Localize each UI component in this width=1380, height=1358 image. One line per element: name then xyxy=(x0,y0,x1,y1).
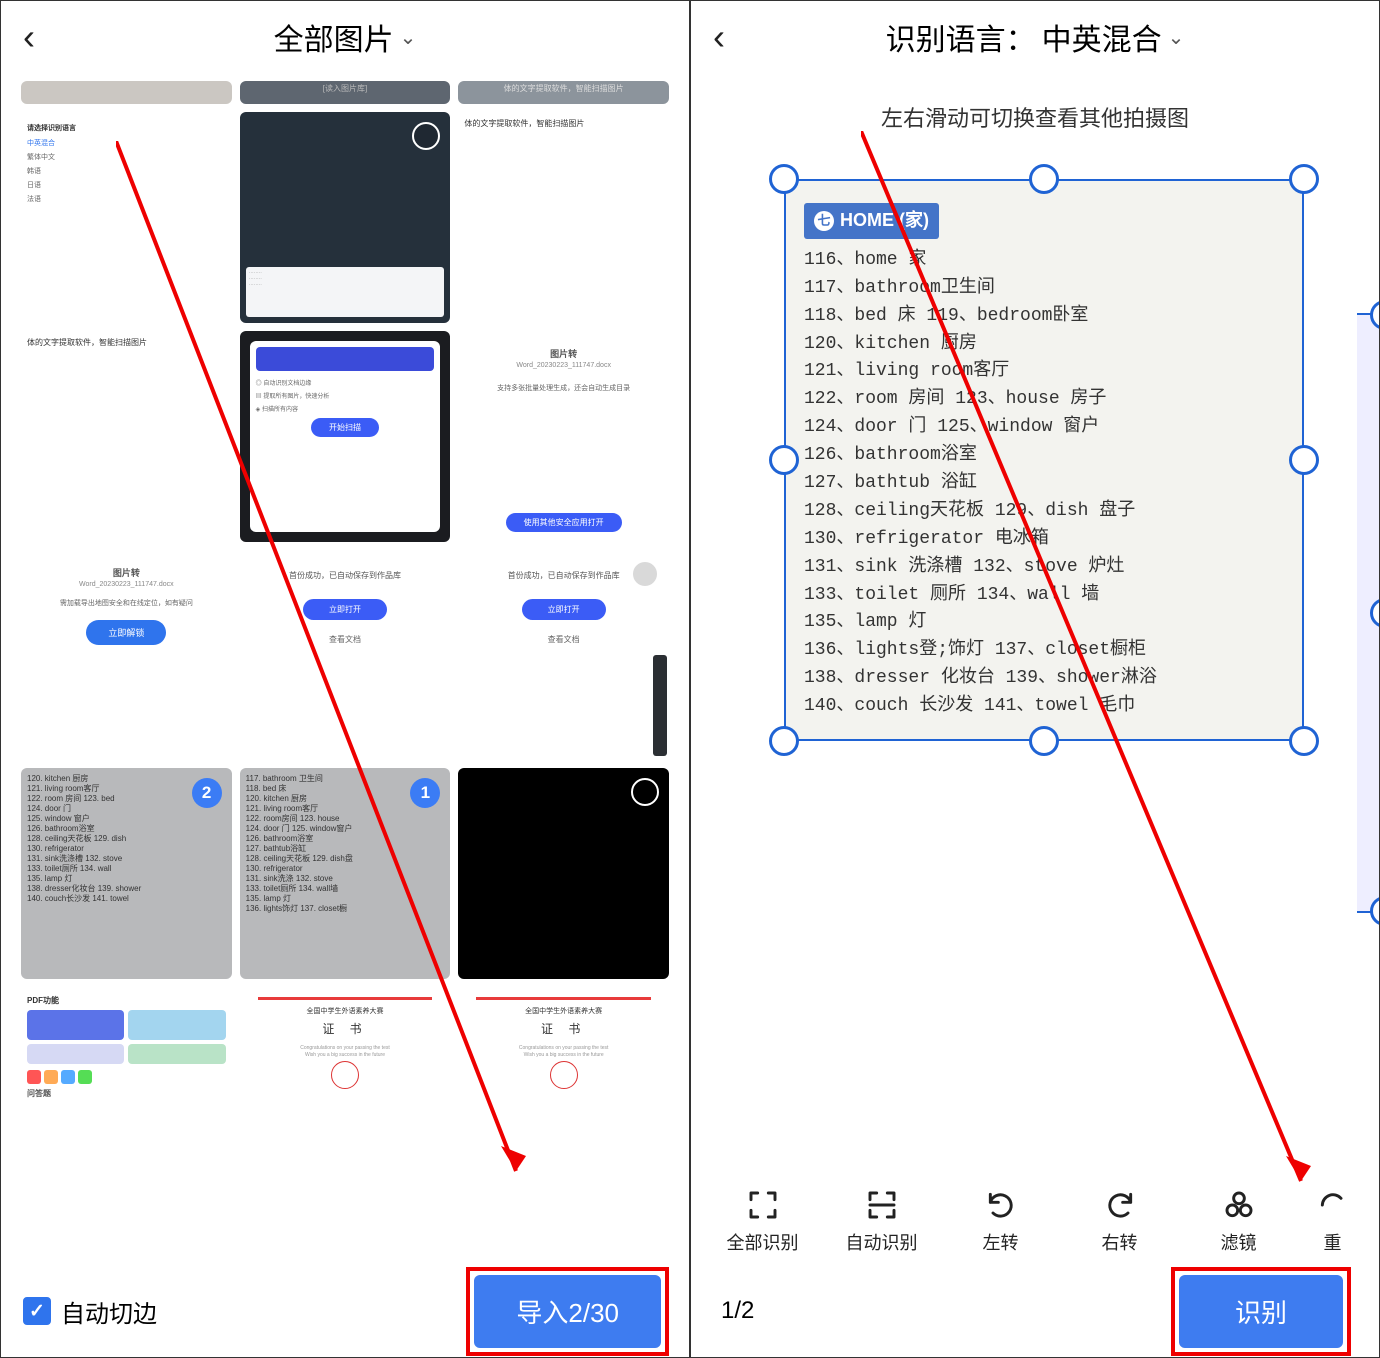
tool-retake[interactable]: 重 xyxy=(1313,1189,1353,1255)
crop-handle-icon[interactable] xyxy=(769,445,799,475)
crop-handle-icon[interactable] xyxy=(769,164,799,194)
crop-toolbar: 全部识别 自动识别 左转 右转 滤镜 重 xyxy=(691,1171,1379,1265)
checkbox-icon xyxy=(23,1297,51,1325)
lang-value: 中英混合 xyxy=(1042,15,1162,59)
gallery-panel: ‹ 全部图片 ⌄ [读入图片库] 体的文字提取软件，智能扫描图片 请选择识别语言… xyxy=(1,1,691,1357)
tool-auto-recognize[interactable]: 自动识别 xyxy=(837,1189,927,1255)
crop-handle-icon[interactable] xyxy=(769,726,799,756)
select-ring-icon[interactable] xyxy=(412,122,440,150)
highlight-box: 导入2/30 xyxy=(468,1269,667,1354)
select-ring-icon[interactable] xyxy=(631,560,659,588)
thumb[interactable]: 体的文字提取软件，智能扫描图片 xyxy=(21,331,232,542)
auto-crop-toggle[interactable]: 自动切边 xyxy=(23,1294,157,1329)
crop-handle-icon[interactable] xyxy=(1370,896,1379,926)
right-header: ‹ 识别语言： 中英混合 ⌄ xyxy=(691,1,1379,73)
thumb[interactable]: [读入图片库] xyxy=(240,81,451,104)
tool-full-recognize[interactable]: 全部识别 xyxy=(718,1189,808,1255)
import-button[interactable]: 导入2/30 xyxy=(474,1275,661,1348)
swipe-hint: 左右滑动可切换查看其他拍摄图 xyxy=(691,101,1379,133)
rotate-right-icon xyxy=(1104,1189,1136,1221)
thumb[interactable] xyxy=(458,768,669,979)
auto-crop-icon xyxy=(866,1189,898,1221)
thumb[interactable]: ························ xyxy=(240,112,451,323)
thumb-selected[interactable]: 1 117. bathroom 卫生间118. bed 床120. kitche… xyxy=(240,768,451,979)
crop-handle-icon[interactable] xyxy=(1289,164,1319,194)
rotate-left-icon xyxy=(985,1189,1017,1221)
thumb[interactable]: 全国中学生外语素养大赛 证 书 Congratulations on your … xyxy=(458,987,669,1198)
album-dropdown[interactable]: 全部图片 ⌄ xyxy=(274,15,417,59)
select-ring-icon[interactable] xyxy=(631,778,659,806)
next-page-peek[interactable] xyxy=(1357,313,1379,913)
back-icon[interactable]: ‹ xyxy=(23,16,35,58)
thumb-selected[interactable]: 2 120. kitchen 厨房121. living room客厅122. … xyxy=(21,768,232,979)
thumb[interactable]: 请选择识别语言 中英混合 繁体中文 韩语 日语 法语 xyxy=(21,112,232,323)
tool-filter[interactable]: 滤镜 xyxy=(1194,1189,1284,1255)
selection-badge: 2 xyxy=(192,778,222,808)
crop-handle-icon[interactable] xyxy=(1029,726,1059,756)
thumb[interactable] xyxy=(21,81,232,104)
thumb[interactable]: PDF功能 问答题 xyxy=(21,987,232,1198)
filter-icon xyxy=(1223,1189,1255,1221)
crop-handle-icon[interactable] xyxy=(1289,726,1319,756)
crop-stage: 七 HOME (家) 116、home 家117、bathroom卫生间118、… xyxy=(691,133,1379,1171)
crop-selection[interactable]: 七 HOME (家) 116、home 家117、bathroom卫生间118、… xyxy=(784,179,1304,741)
tool-rotate-left[interactable]: 左转 xyxy=(956,1189,1046,1255)
page-indicator: 1/2 xyxy=(721,1297,754,1325)
left-footer: 自动切边 导入2/30 xyxy=(1,1265,689,1357)
right-footer: 1/2 识别 xyxy=(691,1265,1379,1357)
language-dropdown[interactable]: 识别语言： 中英混合 ⌄ xyxy=(886,15,1185,59)
thumb[interactable]: 图片转 Word_20230223_111747.docx 需加载导出地图安全和… xyxy=(21,550,232,761)
full-frame-icon xyxy=(747,1189,779,1221)
crop-panel: ‹ 识别语言： 中英混合 ⌄ 左右滑动可切换查看其他拍摄图 七 HOME (家)… xyxy=(691,1,1379,1357)
auto-crop-label: 自动切边 xyxy=(61,1294,157,1329)
thumb[interactable]: 首份成功，已自动保存到作品库 立即打开 查看文档 xyxy=(458,550,669,761)
crop-handle-icon[interactable] xyxy=(1370,300,1379,330)
doc-section-header: 七 HOME (家) xyxy=(804,203,939,239)
highlight-box: 识别 xyxy=(1173,1269,1349,1354)
chevron-down-icon: ⌄ xyxy=(1168,25,1185,50)
thumbnail-grid: [读入图片库] 体的文字提取软件，智能扫描图片 请选择识别语言 中英混合 繁体中… xyxy=(1,73,689,1265)
tool-rotate-right[interactable]: 右转 xyxy=(1075,1189,1165,1255)
lang-prefix: 识别语言： xyxy=(886,15,1036,59)
back-icon[interactable]: ‹ xyxy=(713,16,725,58)
thumb[interactable]: ◎ 自动识别文档边缘 ▤ 提取所有图片，快速分析 ◈ 扫描所有内容 开始扫描 xyxy=(240,331,451,542)
thumb[interactable]: 体的文字提取软件，智能扫描图片 xyxy=(458,81,669,104)
thumb[interactable]: 首份成功，已自动保存到作品库 立即打开 查看文档 xyxy=(240,550,451,761)
album-title: 全部图片 xyxy=(274,15,394,59)
thumb[interactable]: 体的文字提取软件，智能扫描图片 xyxy=(458,112,669,323)
left-header: ‹ 全部图片 ⌄ xyxy=(1,1,689,73)
crop-handle-icon[interactable] xyxy=(1370,598,1379,628)
retake-icon xyxy=(1317,1189,1349,1221)
thumb[interactable]: 全国中学生外语素养大赛 证 书 Congratulations on your … xyxy=(240,987,451,1198)
thumb[interactable]: 图片转 Word_20230223_111747.docx 支持多张批量处理生成… xyxy=(458,331,669,542)
crop-handle-icon[interactable] xyxy=(1029,164,1059,194)
document-preview: 七 HOME (家) 116、home 家117、bathroom卫生间118、… xyxy=(784,179,1304,741)
chevron-down-icon: ⌄ xyxy=(400,25,417,50)
recognize-button[interactable]: 识别 xyxy=(1179,1275,1343,1348)
crop-handle-icon[interactable] xyxy=(1289,445,1319,475)
